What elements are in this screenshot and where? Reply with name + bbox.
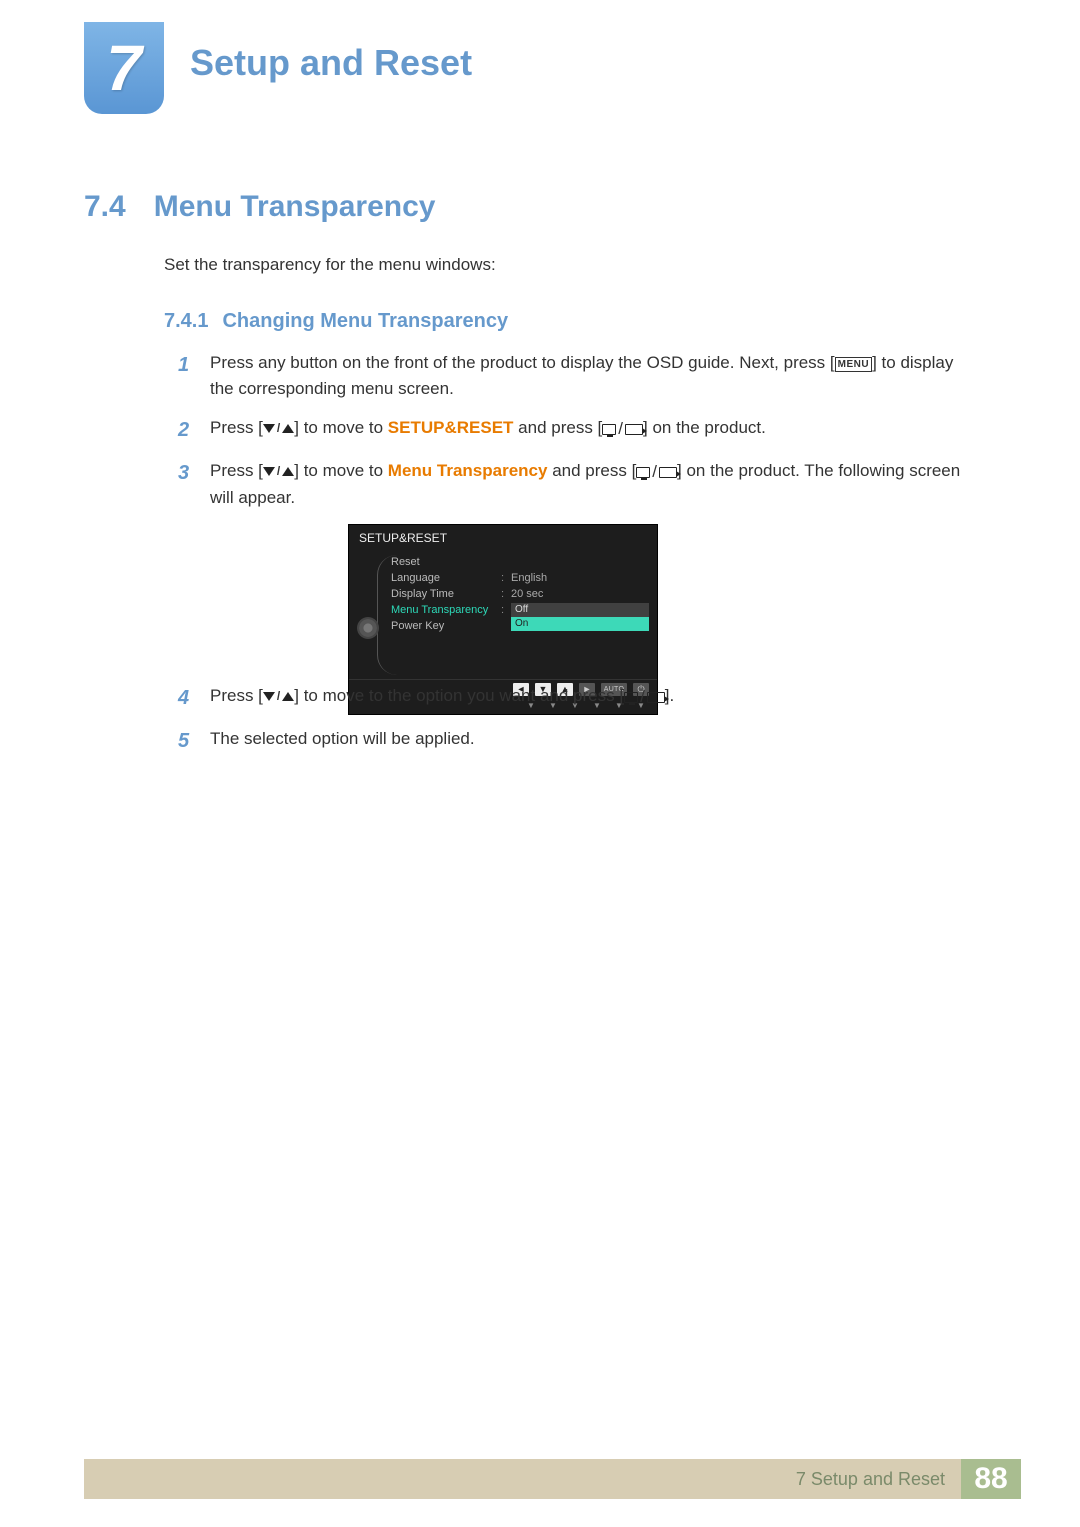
step-text: Press any button on the front of the pro…: [210, 350, 968, 403]
section-title: Menu Transparency: [154, 190, 436, 224]
step-text: Press [/] to move to SETUP&RESET and pre…: [210, 415, 766, 446]
step-3: 3 Press [/] to move to Menu Transparency…: [178, 458, 968, 512]
highlight-menu-transparency: Menu Transparency: [388, 461, 548, 480]
steps-list-lower: 4 Press [/] to move to the option you wa…: [178, 683, 968, 769]
osd-sidebar: [349, 549, 389, 679]
step-text: Press [/] to move to the option you want…: [210, 683, 674, 714]
chapter-number: 7: [106, 31, 142, 105]
step-number: 5: [178, 726, 196, 757]
section-number: 7.4: [84, 190, 126, 224]
section-intro: Set the transparency for the menu window…: [164, 255, 496, 275]
steps-list: 1 Press any button on the front of the p…: [178, 350, 968, 729]
down-up-arrow-icon: /: [263, 462, 294, 481]
source-enter-icon: /: [624, 684, 665, 710]
step-number: 3: [178, 458, 196, 512]
source-enter-icon: /: [602, 416, 643, 442]
footer-breadcrumb: 7 Setup and Reset: [84, 1459, 961, 1499]
step-5: 5 The selected option will be applied.: [178, 726, 968, 757]
subsection-heading: 7.4.1 Changing Menu Transparency: [164, 310, 508, 333]
step-number: 4: [178, 683, 196, 714]
step-text: The selected option will be applied.: [210, 726, 475, 757]
osd-row-language: Language : English: [389, 569, 657, 585]
subsection-title: Changing Menu Transparency: [222, 310, 508, 333]
chapter-title: Setup and Reset: [190, 42, 472, 84]
step-text: Press [/] to move to Menu Transparency a…: [210, 458, 968, 512]
osd-row-menu-transparency: Menu Transparency : Off On: [389, 601, 657, 617]
highlight-setup-reset: SETUP&RESET: [388, 418, 514, 437]
step-number: 2: [178, 415, 196, 446]
page-footer: 7 Setup and Reset 88: [84, 1459, 1021, 1499]
osd-menu-list: Reset Language : English Display Time : …: [389, 549, 657, 679]
gear-icon: [359, 619, 377, 637]
section-heading: 7.4 Menu Transparency: [84, 190, 435, 224]
step-4: 4 Press [/] to move to the option you wa…: [178, 683, 968, 714]
step-2: 2 Press [/] to move to SETUP&RESET and p…: [178, 415, 968, 446]
osd-option-off: Off: [511, 603, 649, 617]
footer-page-number: 88: [961, 1459, 1021, 1499]
osd-option-on: On: [511, 617, 649, 631]
osd-dropdown: Off On: [511, 603, 649, 615]
down-up-arrow-icon: /: [263, 687, 294, 706]
osd-title: SETUP&RESET: [349, 525, 657, 549]
step-1: 1 Press any button on the front of the p…: [178, 350, 968, 403]
chapter-tab: 7: [84, 22, 164, 114]
menu-button-icon: MENU: [835, 357, 872, 372]
source-enter-icon: /: [636, 459, 677, 485]
subsection-number: 7.4.1: [164, 310, 208, 333]
osd-row-reset: Reset: [389, 553, 657, 569]
step-number: 1: [178, 350, 196, 403]
osd-row-display-time: Display Time : 20 sec: [389, 585, 657, 601]
down-up-arrow-icon: /: [263, 419, 294, 438]
